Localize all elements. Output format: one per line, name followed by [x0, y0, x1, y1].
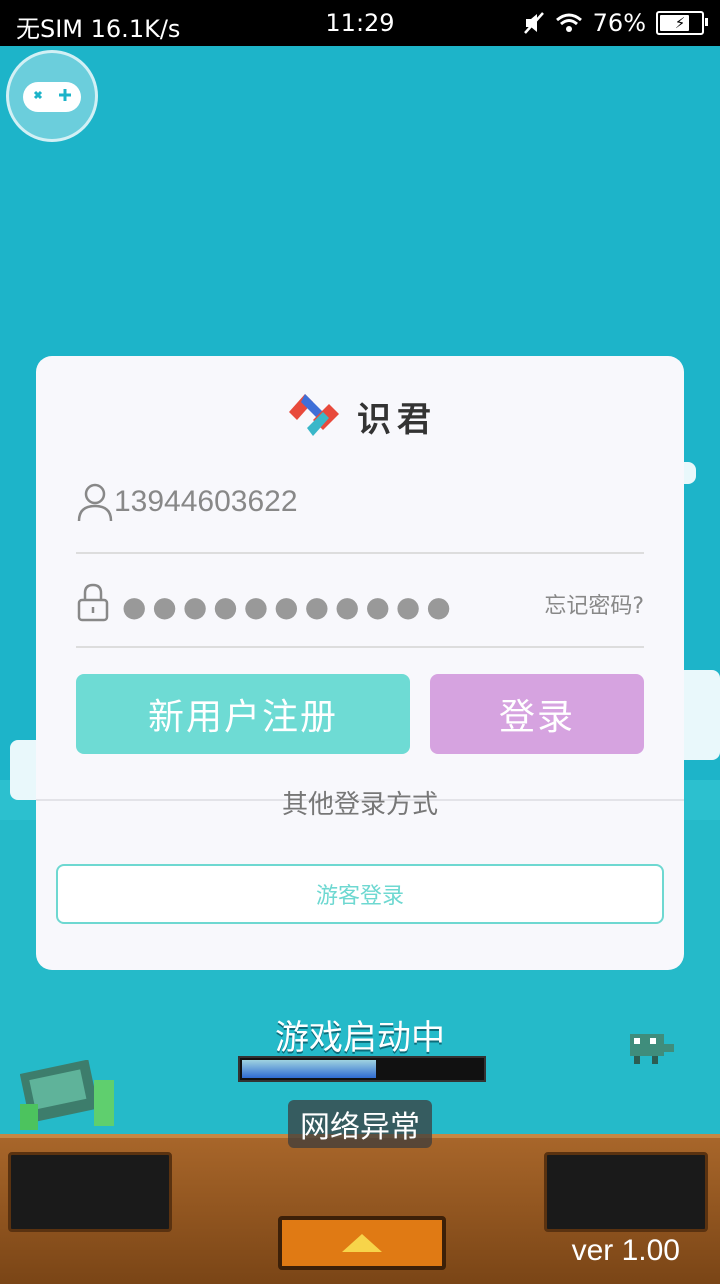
- brand-logo-icon: [289, 394, 339, 436]
- register-button[interactable]: 新用户注册: [76, 674, 410, 754]
- version-label: ver 1.00: [571, 1234, 680, 1267]
- login-button[interactable]: 登录: [430, 674, 644, 754]
- right-slot[interactable]: [544, 1152, 708, 1232]
- left-slot[interactable]: [8, 1152, 172, 1232]
- up-arrow-icon: [342, 1234, 382, 1252]
- password-field[interactable]: ●●●●●●●●●●● 忘记密码?: [76, 570, 644, 648]
- status-icons: 76% ⚡: [523, 9, 708, 37]
- username-field[interactable]: [76, 472, 644, 554]
- guest-login-button[interactable]: 游客登录: [56, 864, 664, 924]
- battery-percent: 76%: [592, 9, 646, 37]
- brand-name: 识君: [357, 399, 437, 440]
- mute-icon: [523, 12, 544, 34]
- network-error-toast: 网络异常: [288, 1100, 432, 1148]
- other-login-methods-text: 其他登录方式: [281, 790, 438, 820]
- battery-icon: ⚡: [656, 11, 708, 35]
- gamepad-icon: [23, 82, 81, 112]
- loading-label: 游戏启动中: [275, 1018, 445, 1058]
- password-input[interactable]: ●●●●●●●●●●●: [122, 590, 457, 623]
- loading-progress-fill: [242, 1060, 377, 1078]
- username-input[interactable]: [114, 482, 494, 522]
- pixel-monitor-decoration: [20, 1060, 114, 1130]
- lock-icon: [77, 583, 109, 622]
- status-bar: 无SIM 16.1K/s 11:29 76% ⚡: [0, 0, 720, 46]
- wifi-icon: [555, 13, 582, 32]
- forgot-password-link[interactable]: 忘记密码?: [544, 588, 644, 620]
- user-icon: [77, 483, 113, 522]
- brand-logo: 识君: [36, 384, 684, 448]
- expand-button[interactable]: [278, 1216, 446, 1270]
- login-dialog: 识君 ●●●●●●●●●●● 忘记密码? 新用户注册 登录 其他登录方式 游客登…: [36, 356, 684, 970]
- pixel-creature-decoration: [630, 1034, 674, 1064]
- gamepad-button[interactable]: [6, 50, 98, 142]
- loading-progress-bar: [238, 1056, 486, 1082]
- other-login-methods-label: 其他登录方式: [36, 784, 684, 821]
